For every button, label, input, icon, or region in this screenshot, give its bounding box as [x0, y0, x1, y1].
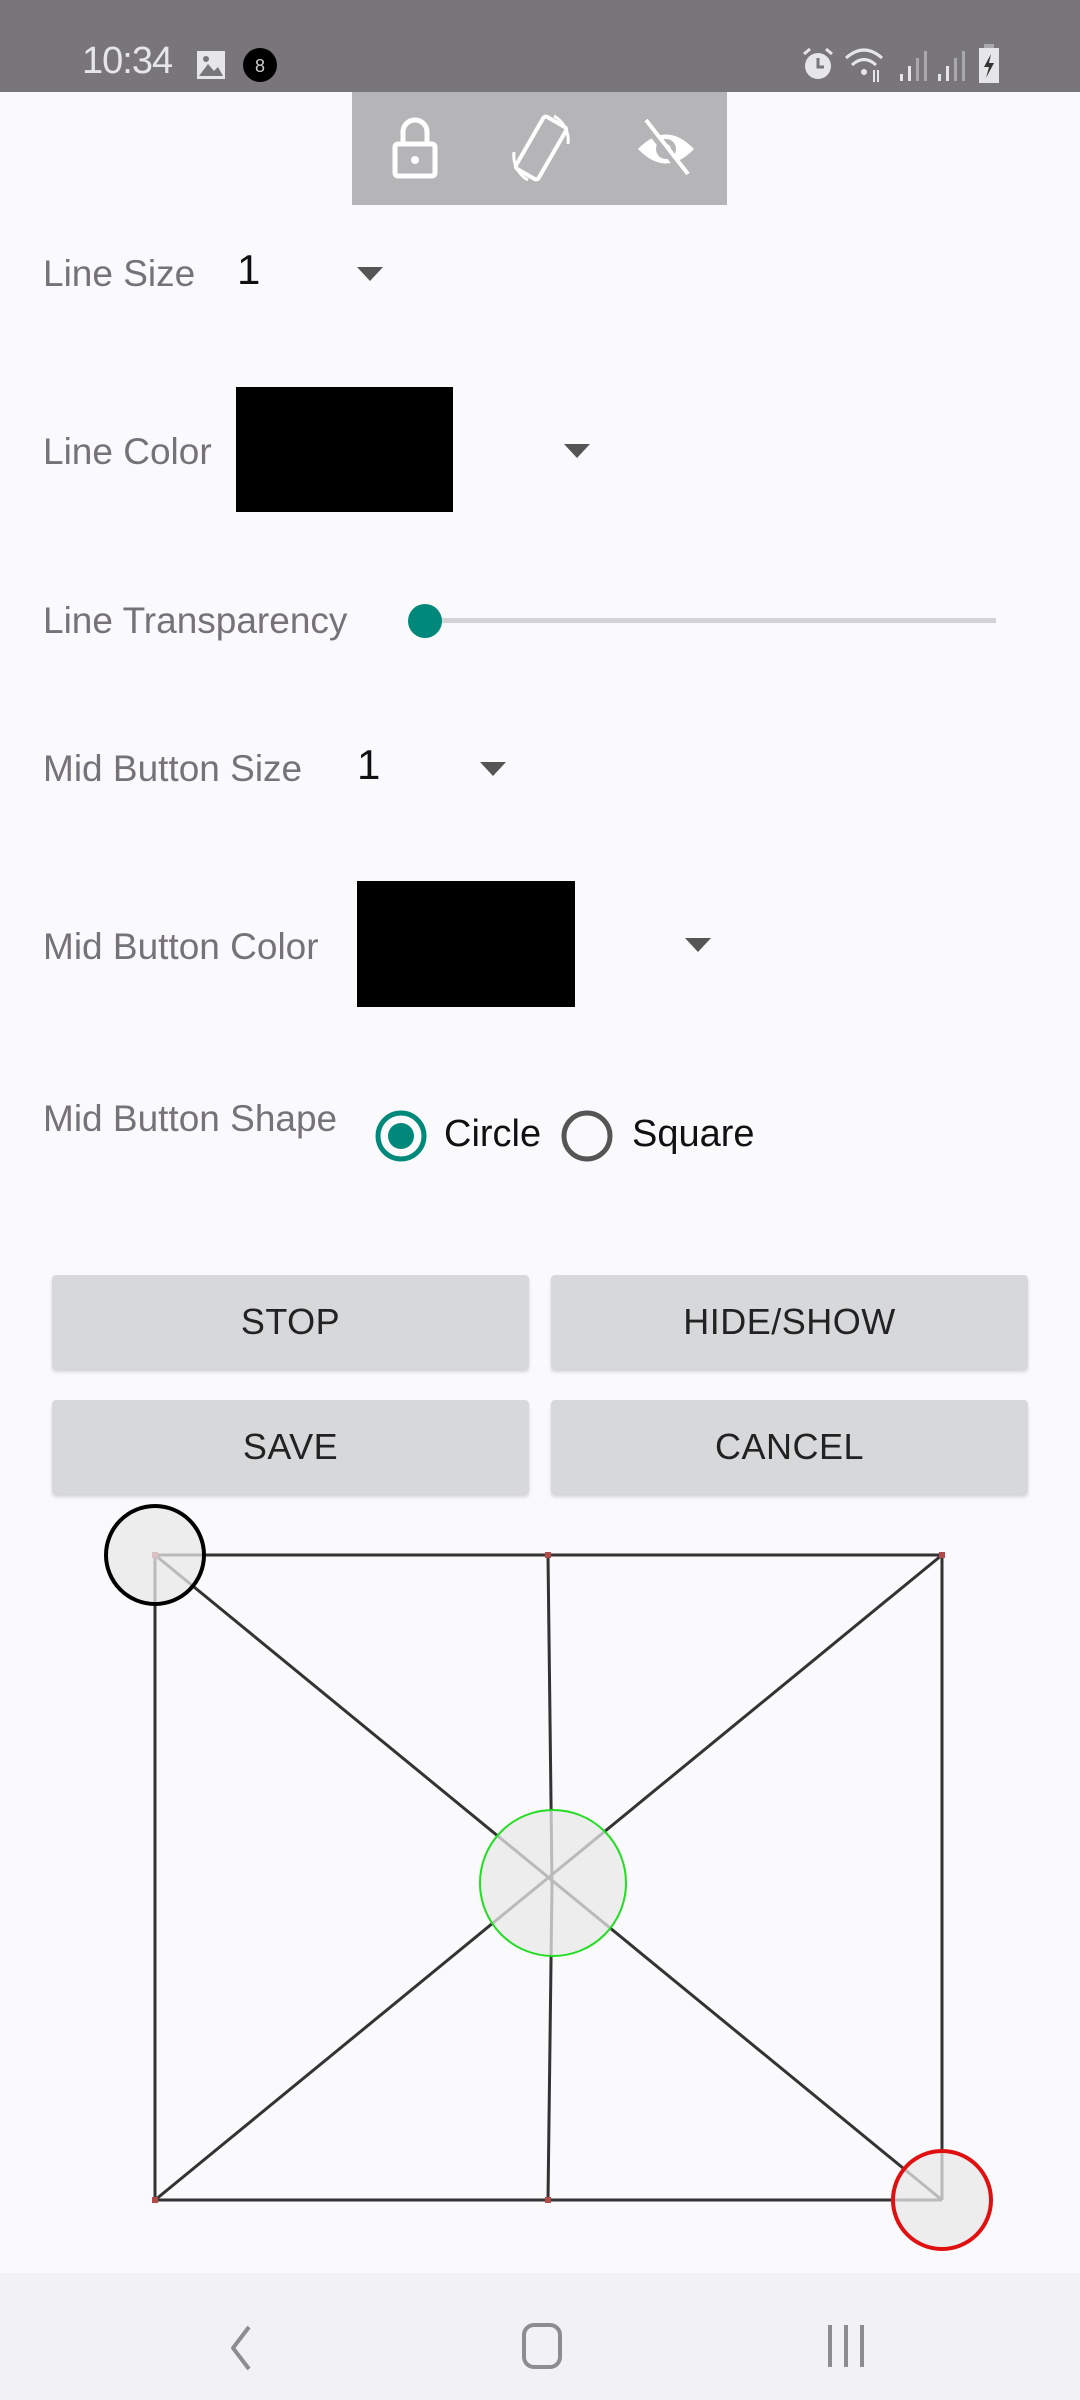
- slider-track: [425, 618, 996, 623]
- radio-square-label: Square: [632, 1113, 755, 1155]
- top-left-handle[interactable]: [104, 1504, 206, 1606]
- signal-icon: [900, 51, 927, 81]
- mid-button-shape-label: Mid Button Shape: [43, 1098, 338, 1139]
- cancel-button[interactable]: CANCEL: [551, 1400, 1028, 1494]
- vertex-point: [545, 1552, 551, 1558]
- radio-circle-label: Circle: [444, 1113, 542, 1155]
- vertex-point: [152, 2197, 158, 2203]
- line-size-dropdown[interactable]: 1: [225, 240, 395, 310]
- stop-button[interactable]: STOP: [52, 1275, 529, 1369]
- navigation-bar: [0, 2273, 1080, 2400]
- line-color-dropdown[interactable]: [236, 387, 606, 512]
- line-transparency-label: Line Transparency: [43, 600, 348, 641]
- mid-button-color-label: Mid Button Color: [43, 926, 319, 967]
- line-size-label: Line Size: [43, 253, 196, 294]
- mid-button-color-swatch: [357, 881, 575, 1007]
- slider-thumb[interactable]: [408, 604, 442, 638]
- svg-text:8: 8: [255, 56, 265, 76]
- radio-square[interactable]: Square: [558, 1105, 768, 1165]
- notification-8-icon: 8: [243, 48, 277, 82]
- line-color-swatch: [236, 387, 453, 512]
- chevron-down-icon: [685, 938, 711, 952]
- drawing-canvas[interactable]: [0, 1500, 1080, 2273]
- alarm-icon: [803, 47, 833, 79]
- radio-selected-icon: [375, 1110, 427, 1162]
- recents-icon[interactable]: [824, 2321, 868, 2371]
- radio-circle[interactable]: Circle: [372, 1105, 562, 1165]
- vertex-point: [545, 2197, 551, 2203]
- line-size-value: 1: [237, 246, 261, 293]
- vertex-point: [939, 1552, 945, 1558]
- overlay-toolbar: [352, 92, 727, 205]
- lock-icon[interactable]: [390, 116, 440, 180]
- mid-button-color-dropdown[interactable]: [357, 881, 727, 1007]
- mid-button-size-label: Mid Button Size: [43, 748, 303, 789]
- home-icon[interactable]: [520, 2321, 564, 2371]
- mid-button-size-value: 1: [357, 741, 381, 788]
- mid-button-size-dropdown[interactable]: 1: [345, 735, 515, 805]
- line-color-label: Line Color: [43, 431, 212, 472]
- signal-icon: [938, 51, 965, 81]
- chevron-down-icon: [564, 444, 590, 458]
- gallery-icon: [197, 51, 225, 79]
- radio-unselected-icon: [561, 1110, 613, 1162]
- status-time: 10:34: [82, 40, 173, 82]
- bottom-right-handle[interactable]: [891, 2149, 993, 2251]
- chevron-down-icon: [480, 762, 506, 776]
- visibility-off-icon[interactable]: [634, 118, 698, 180]
- hide-show-button[interactable]: HIDE/SHOW: [551, 1275, 1028, 1369]
- chevron-down-icon: [357, 267, 383, 281]
- screen-rotate-icon[interactable]: [508, 112, 574, 184]
- line-transparency-slider[interactable]: [408, 596, 1004, 646]
- back-icon[interactable]: [225, 2323, 255, 2373]
- status-bar: 10:34 8: [0, 0, 1080, 92]
- battery-charging-icon: [979, 44, 999, 83]
- save-button[interactable]: SAVE: [52, 1400, 529, 1494]
- wifi-icon: [845, 48, 883, 82]
- center-handle[interactable]: [479, 1809, 627, 1957]
